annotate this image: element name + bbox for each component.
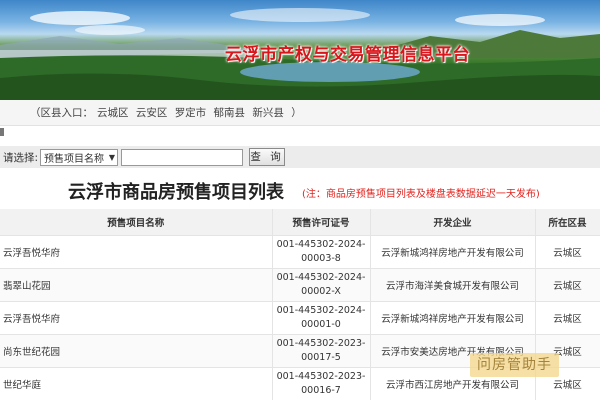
search-bar: 请选择: 预售项目名称 ▼ 查 询 bbox=[0, 146, 600, 168]
district-name: 云城区 bbox=[535, 268, 600, 302]
edge-marker bbox=[0, 128, 4, 136]
column-header-developer: 开发企业 bbox=[370, 209, 536, 236]
search-field-select[interactable]: 预售项目名称 ▼ bbox=[40, 148, 119, 166]
developer-name: 云浮新城鸿祥房地产开发有限公司 bbox=[370, 235, 536, 269]
column-header-district: 所在区县 bbox=[535, 209, 600, 236]
permit-line-2: 00002-X bbox=[301, 285, 341, 297]
permit-number: 001-445302-2023- 00017-5 bbox=[272, 334, 371, 368]
header-banner: 云浮市产权与交易管理信息平台 bbox=[0, 0, 600, 100]
district-link-xinxing[interactable]: 新兴县 bbox=[252, 107, 284, 119]
permit-line-1: 001-445302-2024- bbox=[276, 238, 366, 250]
permit-line-1: 001-445302-2023- bbox=[276, 337, 366, 349]
permit-line-1: 001-445302-2024- bbox=[276, 271, 366, 283]
permit-line-2: 00003-8 bbox=[301, 252, 341, 264]
table-row[interactable]: 云浮吾悦华府 001-445302-2024- 00003-8 云浮新城鸿祥房地产… bbox=[0, 235, 600, 269]
permit-line-1: 001-445302-2023- bbox=[276, 370, 366, 382]
permit-line-2: 00016-7 bbox=[301, 384, 341, 396]
project-name-link[interactable]: 世纪华庭 bbox=[0, 367, 273, 400]
project-name-link[interactable]: 翡翠山花园 bbox=[0, 268, 273, 302]
district-link-yuncheng[interactable]: 云城区 bbox=[97, 107, 129, 119]
search-input[interactable] bbox=[121, 148, 244, 166]
column-header-permit: 预售许可证号 bbox=[272, 209, 371, 236]
district-name: 云城区 bbox=[535, 301, 600, 335]
page-title: 云浮市商品房预售项目列表 bbox=[68, 182, 284, 203]
permit-number: 001-445302-2024- 00001-0 bbox=[272, 301, 371, 335]
permit-line-1: 001-445302-2024- bbox=[276, 304, 366, 316]
district-link-yunan[interactable]: 云安区 bbox=[136, 107, 168, 119]
table-header-row: 预售项目名称 预售许可证号 开发企业 所在区县 bbox=[0, 209, 600, 236]
site-title: 云浮市产权与交易管理信息平台 bbox=[225, 45, 470, 65]
table-row[interactable]: 云浮吾悦华府 001-445302-2024- 00001-0 云浮新城鸿祥房地产… bbox=[0, 301, 600, 335]
district-link-yunan-county[interactable]: 郁南县 bbox=[214, 107, 246, 119]
permit-line-2: 00017-5 bbox=[301, 351, 341, 363]
permit-number: 001-445302-2023- 00016-7 bbox=[272, 367, 371, 400]
permit-number: 001-445302-2024- 00002-X bbox=[272, 268, 371, 302]
search-button[interactable]: 查 询 bbox=[249, 148, 286, 166]
data-delay-note: (注：商品房预售项目列表及楼盘表数据延迟一天发布) bbox=[302, 189, 540, 200]
chevron-down-icon: ▼ bbox=[108, 152, 116, 162]
district-entry-bar: （区县入口： 云城区 云安区 罗定市 郁南县 新兴县 ） bbox=[0, 100, 600, 126]
project-name-link[interactable]: 尚东世纪花园 bbox=[0, 334, 273, 368]
watermark-badge: 问房管助手 bbox=[470, 353, 559, 377]
project-name-link[interactable]: 云浮吾悦华府 bbox=[0, 301, 273, 335]
permit-line-2: 00001-0 bbox=[301, 318, 341, 330]
district-name: 云城区 bbox=[535, 235, 600, 269]
district-suffix: ） bbox=[291, 107, 302, 119]
permit-number: 001-445302-2024- 00003-8 bbox=[272, 235, 371, 269]
list-heading: 云浮市商品房预售项目列表 (注：商品房预售项目列表及楼盘表数据延迟一天发布) bbox=[0, 176, 600, 206]
search-select-value: 预售项目名称 bbox=[44, 153, 105, 165]
project-name-link[interactable]: 云浮吾悦华府 bbox=[0, 235, 273, 269]
table-row[interactable]: 翡翠山花园 001-445302-2024- 00002-X 云浮市海洋美食城开发… bbox=[0, 268, 600, 302]
developer-name: 云浮市海洋美食城开发有限公司 bbox=[370, 268, 536, 302]
column-header-project: 预售项目名称 bbox=[0, 209, 273, 236]
district-link-luoding[interactable]: 罗定市 bbox=[175, 107, 207, 119]
search-label: 请选择: bbox=[3, 151, 39, 164]
district-prefix: （区县入口： bbox=[30, 107, 93, 119]
developer-name: 云浮新城鸿祥房地产开发有限公司 bbox=[370, 301, 536, 335]
